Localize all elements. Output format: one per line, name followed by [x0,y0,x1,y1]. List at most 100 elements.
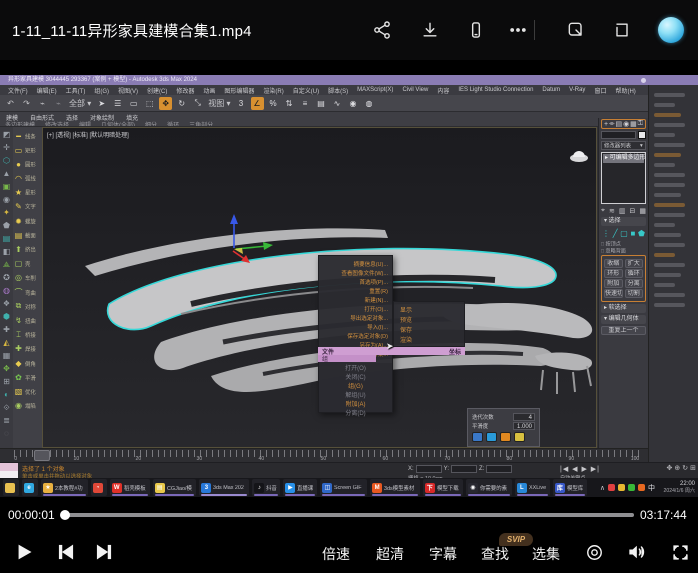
modifier-list-dropdown[interactable]: 修改器列表 ▾ [601,141,646,150]
context-menu-item[interactable]: 重置(R) [328,286,388,294]
tool-icon[interactable]: ✛ [3,142,10,153]
tray-icon-green[interactable] [628,484,635,491]
viewport-nav-icon[interactable]: ⊞ [690,464,696,472]
viewport-nav-icon[interactable]: ✥ [667,464,673,472]
panel-button[interactable]: 快速切片 [604,289,623,298]
taskbar-app-button[interactable]: ▤ CGJiao/模 [153,479,197,496]
taskbar-app-button[interactable]: 3 3ds Max 2024 [199,479,249,496]
smoothness-value[interactable]: 1.000 [513,422,535,430]
speed-button[interactable]: 倍速 [322,544,350,564]
menu-item[interactable]: 窗口 [594,86,606,95]
find-button[interactable]: 查找 [481,544,509,564]
tray-clock[interactable]: 22:00 2024/1/6 周六 [658,481,695,495]
stack-button[interactable]: ▦ [639,207,646,215]
tool-icon[interactable]: ⟐ [3,402,9,413]
toolbar-tool-icon[interactable]: ↷ [20,97,33,110]
tool-icon[interactable]: ⊞ [3,376,10,387]
fullscreen-button[interactable] [668,540,692,564]
toolbar-tool-icon[interactable]: ▤ [315,97,328,110]
tool-icon[interactable]: ⟁ [3,259,10,270]
tool-icon[interactable]: ◍ [3,285,10,296]
taskbar-app-button[interactable]: W 稻壳模板 [110,479,150,496]
ribbon-panel-label[interactable]: 三角剖分 [184,120,218,127]
command-panel-tab[interactable]: ⚿ [638,120,643,128]
ribbon-panel-label[interactable]: 细分 [140,120,162,127]
toolbar-tool-icon[interactable]: ➤ [95,97,108,110]
menu-item[interactable]: 内容 [437,86,449,95]
panel-button[interactable]: 扩大 [625,259,644,268]
stack-button[interactable]: ≋ [609,207,615,215]
dock-window-button[interactable] [610,18,634,42]
stack-button[interactable]: ▥ [619,207,626,215]
stack-button[interactable]: ⊟ [629,207,635,215]
context-submenu-item[interactable]: 保存 [400,325,458,334]
toolbar-tool-icon[interactable]: ◍ [363,97,376,110]
menu-item[interactable]: Civil View [402,87,428,93]
taskbar-app-button[interactable]: M 3ds模型素材 [370,479,420,496]
viewport-nav-icon[interactable]: ⊕ [674,464,680,472]
command-panel-tab[interactable]: ▦ [630,120,637,128]
repeat-last-button[interactable]: 重复上一个 [601,326,646,335]
toolbar-tool-icon[interactable]: ◉ [347,97,360,110]
playback-controls[interactable]: |◀ ◀ ▶ ▶| [560,465,600,473]
script-tool-button[interactable]: ● 圆形 [14,158,41,170]
progress-bar[interactable] [64,513,634,517]
toolbar-tool-icon[interactable]: % [267,97,280,110]
taskbar-app-button[interactable]: ◔ [91,479,107,496]
menu-item[interactable]: 动画 [203,86,215,95]
context-menu-item[interactable]: 保存选定对象(D) [328,331,388,339]
subobject-icon[interactable]: ■ [631,229,636,238]
object-name-field[interactable] [601,131,636,139]
rollout-edit-geometry[interactable]: ▾ 编辑几何体 [601,315,646,324]
volume-button[interactable] [624,540,648,564]
panel-button[interactable]: 环形 [604,269,623,278]
floater-button-blue2[interactable] [486,432,497,442]
script-tool-button[interactable]: ⌶ 桥接 [14,329,41,341]
ribbon-panel-label[interactable]: 循环 [162,120,184,127]
script-tool-button[interactable]: ✿ 平滑 [14,371,41,383]
tool-icon[interactable]: ◩ [3,129,11,140]
viewport-nav-icon[interactable]: ↻ [682,464,688,472]
toolbar-tool-icon[interactable]: ∠ [251,97,264,110]
subobject-icon[interactable]: ╱ [613,229,618,238]
download-button[interactable] [418,18,442,42]
tool-icon[interactable]: ⬡ [3,155,10,166]
toolbar-tool-icon[interactable]: ⇅ [283,97,296,110]
iterations-value[interactable]: 4 [513,413,535,421]
context-menu-item[interactable]: 导出选定对象... [328,313,388,321]
tray-icon-orange[interactable] [638,484,645,491]
context-menu-item[interactable]: 组(G) [323,381,388,390]
script-tool-button[interactable]: ✚ 焊接 [14,343,41,355]
toolbar-tool-icon[interactable]: ≡ [299,97,312,110]
tool-icon[interactable]: ✦ [3,207,10,218]
tool-icon[interactable]: ◐ [4,389,9,400]
ribbon-panel-label[interactable]: 修改选择 [40,120,74,127]
menu-item[interactable]: Datum [542,87,560,93]
tool-icon[interactable]: ▦ [3,350,11,361]
toolbar-tool-icon[interactable]: ∿ [331,97,344,110]
context-menu-item[interactable]: 附加(A) [323,399,388,408]
script-tool-button[interactable]: ◉ 塌陷 [14,400,41,412]
taskbar-app-button[interactable]: 下 模型下载 [423,479,463,496]
timeline[interactable]: 0102030405060708090100 [0,448,648,462]
context-menu-item[interactable]: 导入(I)... [328,322,388,330]
toolbar-tool-icon[interactable]: ↶ [4,97,17,110]
smart-capture-button[interactable] [564,18,588,42]
taskbar-app-button[interactable]: e [22,479,38,496]
taskbar-app-button[interactable] [3,479,19,496]
y-field[interactable] [451,465,477,473]
tool-icon[interactable]: ◧ [3,246,11,257]
menu-item[interactable]: 文件(F) [8,86,28,95]
panel-button[interactable]: 分离 [625,279,644,288]
stack-item-editable-poly[interactable]: ▸ 可编辑多边形 [603,154,644,163]
tool-icon[interactable]: ▲ [3,168,11,179]
tray-icon-red[interactable] [608,484,615,491]
tool-icon[interactable]: ◉ [3,194,10,205]
menu-item[interactable]: 图形编辑器 [224,86,254,95]
script-tool-button[interactable]: ★ 星形 [14,187,41,199]
context-submenu-item[interactable]: 预览 [400,315,458,324]
floater-button-blue1[interactable] [472,432,483,442]
panel-button[interactable]: 循环 [625,269,644,278]
menu-item[interactable]: 修改器 [176,86,194,95]
subobject-icon[interactable]: ⋮ [602,229,610,238]
